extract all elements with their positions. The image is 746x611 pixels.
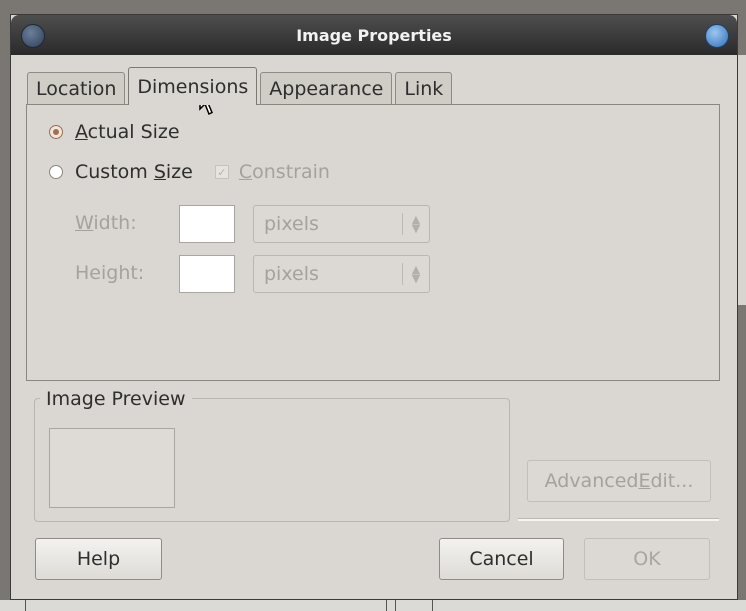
image-preview-title: Image Preview bbox=[40, 388, 192, 410]
background-bottom-divider bbox=[25, 600, 387, 611]
ok-button[interactable]: OK bbox=[584, 538, 710, 580]
width-label: Width: bbox=[75, 212, 137, 234]
height-unit-select[interactable]: pixels ▲ ▼ bbox=[253, 255, 430, 293]
title-bar[interactable]: Image Properties bbox=[11, 15, 737, 55]
separator bbox=[518, 518, 719, 521]
background-bottom-divider bbox=[395, 600, 433, 611]
image-properties-dialog: Image Properties Location Dimensions App… bbox=[10, 14, 738, 600]
constrain-label: Constrain bbox=[238, 161, 330, 183]
tab-link[interactable]: Link bbox=[395, 72, 453, 105]
tab-location[interactable]: Location bbox=[27, 72, 126, 105]
dimensions-panel: Actual Size Custom Size ✓ Constrain Widt… bbox=[26, 104, 720, 381]
height-label: Height: bbox=[75, 262, 145, 284]
actual-size-radio[interactable] bbox=[49, 125, 63, 139]
tab-dimensions[interactable]: Dimensions bbox=[128, 67, 258, 105]
actual-size-label: Actual Size bbox=[75, 121, 180, 143]
cancel-button[interactable]: Cancel bbox=[439, 538, 564, 580]
custom-size-radio[interactable] bbox=[49, 165, 63, 179]
window-menu-icon[interactable] bbox=[21, 24, 45, 48]
actual-size-option[interactable]: Actual Size bbox=[49, 121, 180, 143]
background-window-edge bbox=[738, 55, 746, 305]
select-arrows-icon: ▲ ▼ bbox=[411, 263, 421, 285]
help-button[interactable]: Help bbox=[35, 538, 162, 580]
custom-size-option[interactable]: Custom Size ✓ Constrain bbox=[49, 161, 330, 183]
width-unit-select[interactable]: pixels ▲ ▼ bbox=[253, 205, 430, 243]
constrain-checkbox[interactable]: ✓ bbox=[214, 165, 229, 179]
dialog-title: Image Properties bbox=[296, 25, 452, 45]
tab-bar: Location Dimensions Appearance Link bbox=[27, 67, 455, 105]
advanced-edit-button[interactable]: Advanced Edit... bbox=[527, 460, 711, 502]
height-input[interactable] bbox=[179, 255, 235, 293]
image-preview bbox=[49, 428, 175, 508]
custom-size-label: Custom Size bbox=[75, 161, 193, 183]
window-close-icon[interactable] bbox=[705, 24, 729, 48]
tab-appearance[interactable]: Appearance bbox=[260, 72, 393, 105]
select-arrows-icon: ▲ ▼ bbox=[411, 213, 421, 235]
width-input[interactable] bbox=[179, 205, 235, 243]
